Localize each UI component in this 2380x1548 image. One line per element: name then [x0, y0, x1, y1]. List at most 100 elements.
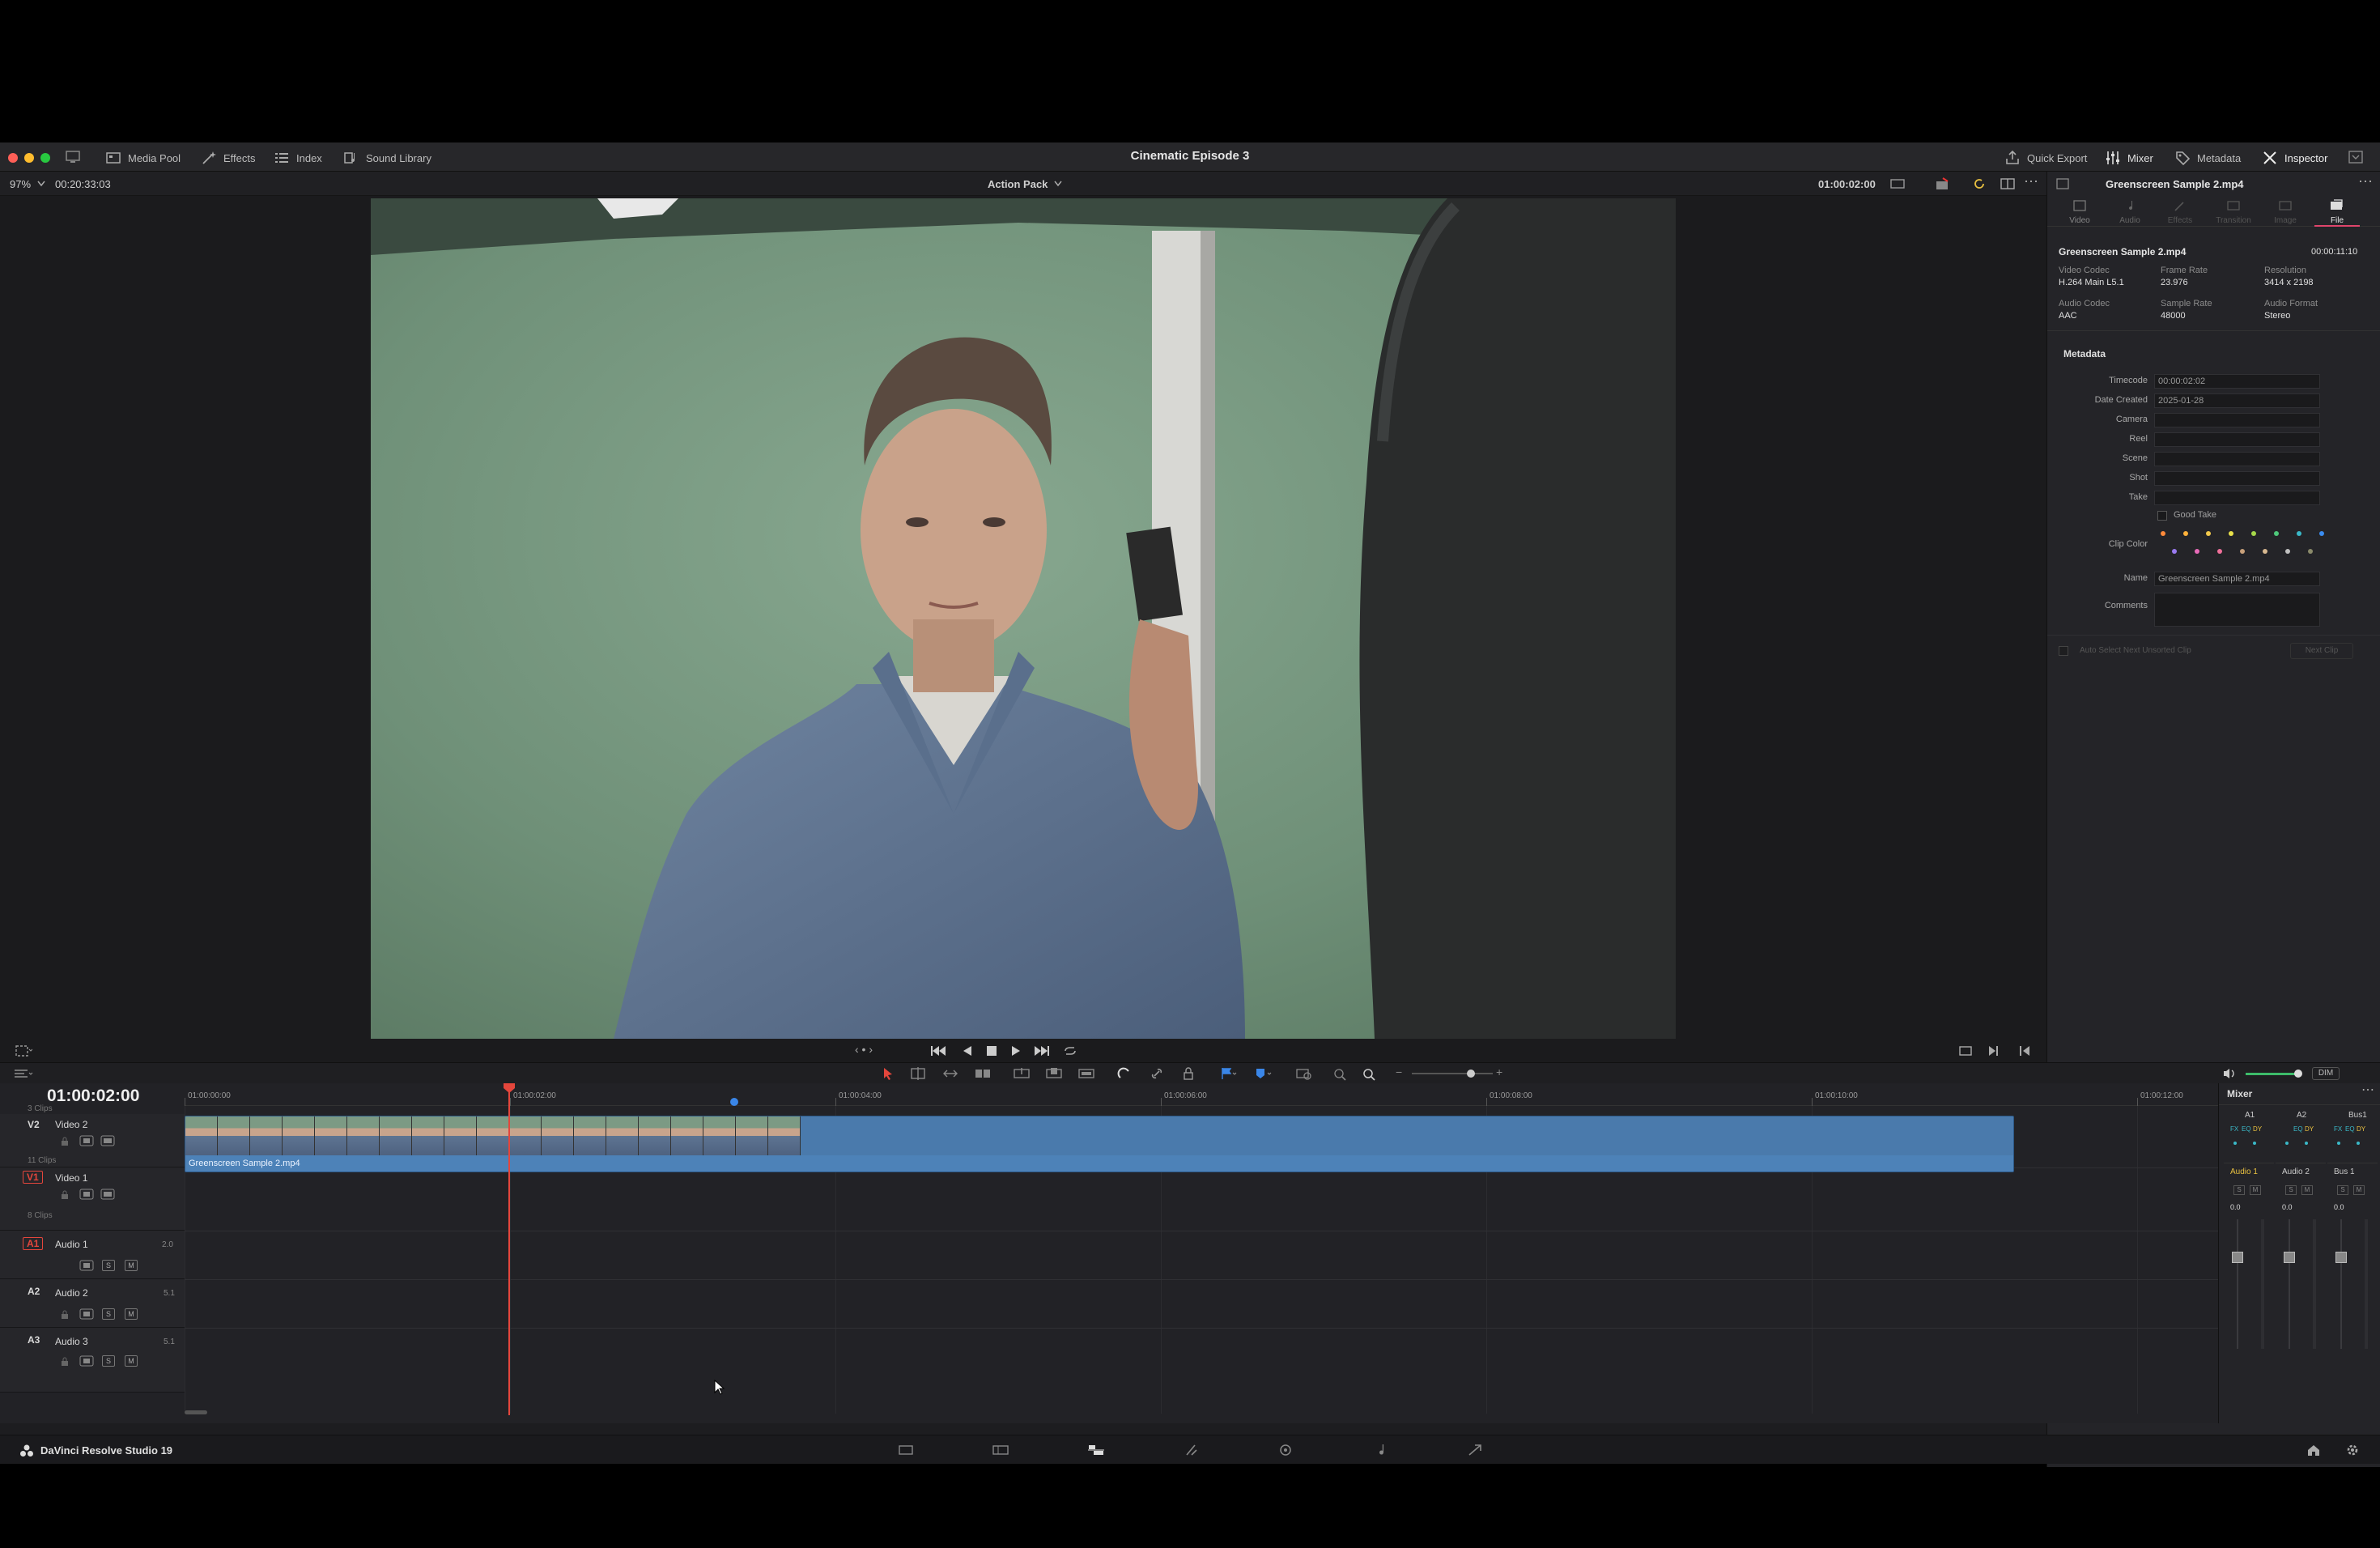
- edit-page-icon[interactable]: [1086, 1444, 1106, 1457]
- close-window-button[interactable]: [8, 153, 18, 163]
- zoom-level[interactable]: 97%: [10, 178, 31, 190]
- clip-color-swatch[interactable]: [2240, 549, 2245, 554]
- monitor-icon[interactable]: [65, 150, 81, 164]
- sound-library-button[interactable]: Sound Library: [343, 149, 431, 167]
- zoom-slider-handle[interactable]: [1467, 1070, 1475, 1078]
- clip-color-swatch[interactable]: [2183, 531, 2188, 536]
- marker-icon[interactable]: [1253, 1066, 1274, 1081]
- deliver-page-icon[interactable]: [1467, 1443, 1483, 1457]
- mute-button[interactable]: M: [125, 1308, 138, 1320]
- scene-field[interactable]: [2154, 452, 2320, 466]
- zoom-in-icon[interactable]: +: [1496, 1065, 1502, 1078]
- viewer-layout-icon[interactable]: [1889, 177, 1906, 190]
- media-pool-button[interactable]: Media Pool: [105, 149, 181, 167]
- timeline-playhead[interactable]: [508, 1083, 510, 1415]
- selection-tool-icon[interactable]: [881, 1066, 895, 1081]
- clip-color-swatch[interactable]: [2161, 531, 2165, 536]
- fusion-page-icon[interactable]: [1184, 1444, 1200, 1457]
- auto-select-checkbox[interactable]: [2059, 646, 2068, 656]
- cut-page-icon[interactable]: [991, 1444, 1010, 1457]
- reel-field[interactable]: [2154, 432, 2320, 447]
- good-take-checkbox[interactable]: [2157, 511, 2167, 521]
- go-to-start-icon[interactable]: [929, 1044, 947, 1058]
- go-to-end-icon[interactable]: [1033, 1044, 1051, 1058]
- fx-label[interactable]: FX: [2230, 1125, 2238, 1133]
- mute-button[interactable]: M: [125, 1355, 138, 1367]
- next-clip-button[interactable]: Next Clip: [2290, 643, 2353, 659]
- fx-label[interactable]: FX: [2334, 1125, 2342, 1133]
- name-field[interactable]: Greenscreen Sample 2.mp4: [2154, 572, 2320, 586]
- next-edit-icon[interactable]: [1987, 1044, 2001, 1058]
- loop-icon[interactable]: [1062, 1044, 1078, 1058]
- minimize-window-button[interactable]: [24, 153, 34, 163]
- timeline-marker[interactable]: [730, 1098, 738, 1106]
- timeline-clip[interactable]: Greenscreen Sample 2.mp4: [185, 1116, 2014, 1172]
- dual-viewer-icon[interactable]: [2000, 176, 2016, 191]
- snapping-icon[interactable]: [1117, 1066, 1132, 1081]
- track-name-v1[interactable]: Video 1: [55, 1172, 87, 1184]
- track-name-a3[interactable]: Audio 3: [55, 1336, 88, 1347]
- auto-select-track-icon[interactable]: [79, 1355, 94, 1367]
- home-icon[interactable]: [2306, 1443, 2322, 1457]
- effects-button[interactable]: Effects: [201, 149, 256, 167]
- mixer-more-icon[interactable]: ⋯: [2361, 1082, 2374, 1098]
- camera-field[interactable]: [2154, 413, 2320, 427]
- zoom-custom-icon[interactable]: [1360, 1066, 1378, 1081]
- mixer-solo-button[interactable]: S: [2337, 1185, 2348, 1195]
- clip-color-swatch[interactable]: [2217, 549, 2222, 554]
- clip-color-swatch[interactable]: [2206, 531, 2211, 536]
- preset-chevron-icon[interactable]: [1054, 181, 1062, 187]
- mixer-solo-button[interactable]: S: [2285, 1185, 2297, 1195]
- lock-icon[interactable]: [60, 1190, 70, 1200]
- track-header-v2[interactable]: V2 Video 2 11 Clips: [0, 1114, 185, 1167]
- timecode-field[interactable]: 00:00:02:02: [2154, 374, 2320, 389]
- zoom-out-icon[interactable]: −: [1396, 1065, 1402, 1078]
- inspector-more-icon[interactable]: ⋯: [2358, 173, 2373, 190]
- blade-tool-icon[interactable]: [973, 1066, 992, 1081]
- dy-label[interactable]: DY: [2357, 1125, 2365, 1133]
- fader-handle[interactable]: [2232, 1252, 2243, 1263]
- eq-label[interactable]: EQ: [2345, 1125, 2355, 1133]
- fader-handle[interactable]: [2335, 1252, 2347, 1263]
- dim-button[interactable]: DIM: [2312, 1067, 2340, 1080]
- solo-button[interactable]: S: [102, 1355, 115, 1367]
- date-created-field[interactable]: 2025-01-28: [2154, 393, 2320, 408]
- master-volume-handle[interactable]: [2294, 1070, 2302, 1078]
- track-id-a3[interactable]: A3: [28, 1334, 40, 1346]
- mute-button[interactable]: M: [125, 1260, 138, 1271]
- overwrite-clip-icon[interactable]: [1044, 1066, 1064, 1081]
- clip-color-swatch[interactable]: [2229, 531, 2233, 536]
- zoom-detail-icon[interactable]: [1331, 1066, 1349, 1081]
- comments-field[interactable]: [2154, 593, 2320, 627]
- mixer-toggle-button[interactable]: Mixer: [2105, 149, 2153, 167]
- timeline-scrollbar[interactable]: [185, 1410, 207, 1414]
- timeline-options-icon[interactable]: [13, 1066, 34, 1081]
- eq-label[interactable]: EQ: [2242, 1125, 2251, 1133]
- quick-export-button[interactable]: Quick Export: [2004, 149, 2087, 167]
- viewer-panel[interactable]: [0, 196, 2046, 1054]
- more-options-icon[interactable]: ⋯: [2024, 173, 2038, 190]
- track-header-a3[interactable]: A3 Audio 3 5.1 S M: [0, 1328, 185, 1393]
- track-header-a2[interactable]: A2 Audio 2 5.1 S M: [0, 1279, 185, 1328]
- timeline-panel[interactable]: 01:00:02:00 01:00:00:00 01:00:02:00 01:00:…: [0, 1083, 2218, 1423]
- index-button[interactable]: Index: [274, 149, 322, 167]
- mixer-solo-button[interactable]: S: [2233, 1185, 2245, 1195]
- track-id-a2[interactable]: A2: [28, 1286, 40, 1297]
- chevron-down-icon[interactable]: [37, 181, 45, 187]
- position-lock-icon[interactable]: [1182, 1066, 1195, 1081]
- tab-effects[interactable]: Effects: [2162, 199, 2198, 225]
- tab-video[interactable]: Video: [2062, 199, 2097, 225]
- solo-button[interactable]: S: [102, 1308, 115, 1320]
- auto-select-track-icon[interactable]: [79, 1189, 94, 1200]
- dy-label[interactable]: DY: [2305, 1125, 2314, 1133]
- auto-select-track-icon[interactable]: [79, 1135, 94, 1146]
- master-volume-slider[interactable]: [2246, 1073, 2297, 1075]
- eq-label[interactable]: EQ: [2293, 1125, 2303, 1133]
- volume-icon[interactable]: [2221, 1066, 2238, 1081]
- tab-transition[interactable]: Transition: [2209, 199, 2258, 225]
- tab-file[interactable]: File: [2319, 199, 2355, 225]
- mixer-mute-button[interactable]: M: [2301, 1185, 2313, 1195]
- lock-icon[interactable]: [60, 1310, 70, 1320]
- trim-tool-icon[interactable]: [908, 1066, 928, 1081]
- lock-icon[interactable]: [60, 1357, 70, 1367]
